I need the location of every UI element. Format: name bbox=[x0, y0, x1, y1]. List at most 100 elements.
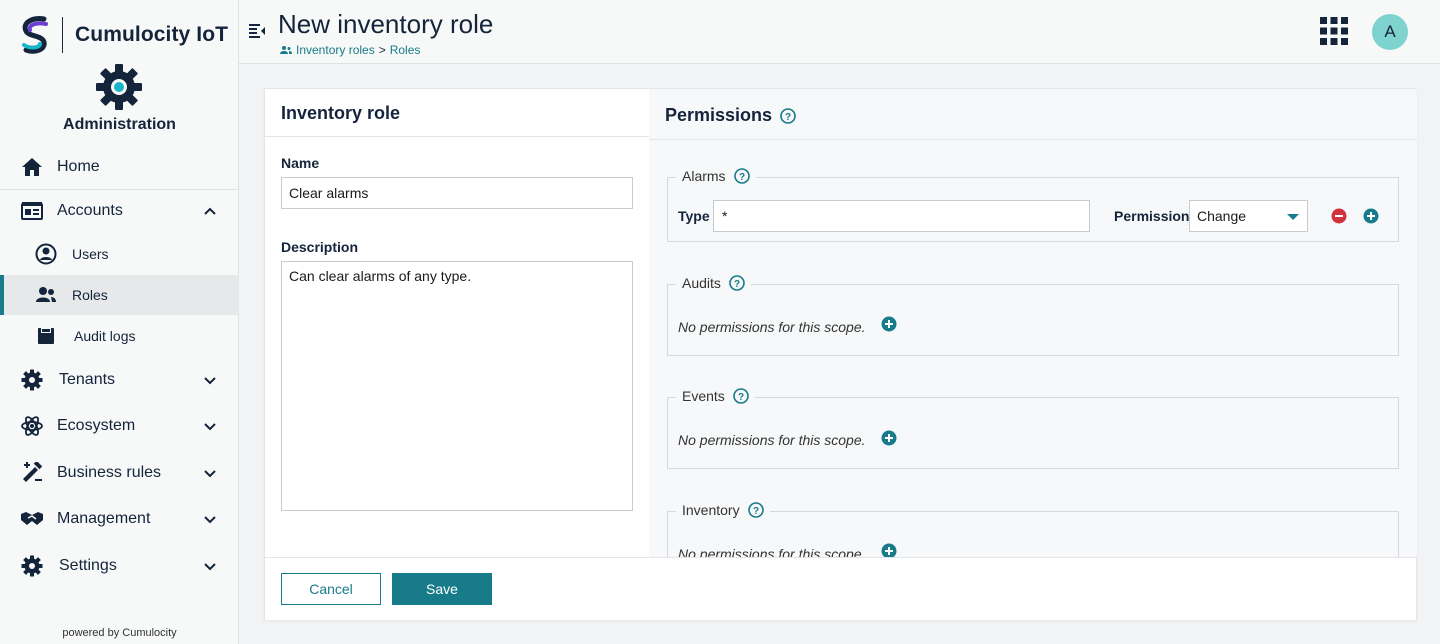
breadcrumb-separator: > bbox=[378, 43, 386, 57]
powered-by: powered by Cumulocity bbox=[62, 627, 177, 639]
empty-scope-text: No permissions for this scope. bbox=[678, 432, 866, 448]
scope-name: Audits bbox=[682, 275, 721, 291]
name-input[interactable]: Clear alarms bbox=[281, 177, 633, 209]
scope-inventory: Inventory ? No permissions for this scop… bbox=[667, 502, 1399, 557]
roles-icon bbox=[280, 46, 292, 54]
sidebar-item-label: Audit logs bbox=[74, 328, 136, 344]
accounts-icon bbox=[20, 199, 44, 223]
scope-legend: Audits ? bbox=[676, 275, 751, 291]
ecosystem-icon bbox=[20, 414, 44, 438]
remove-permission-icon[interactable] bbox=[1331, 208, 1347, 224]
breadcrumb-link-roles[interactable]: Roles bbox=[390, 43, 421, 57]
permissions-title: Permissions ? bbox=[665, 105, 796, 126]
sidebar-item-settings[interactable]: Settings bbox=[0, 545, 239, 587]
name-label: Name bbox=[281, 155, 320, 171]
scope-legend: Alarms ? bbox=[676, 168, 756, 184]
permissions-panel: Permissions ? Alarms ? Type * Permission… bbox=[649, 89, 1417, 557]
user-circle-icon bbox=[34, 242, 58, 266]
breadcrumb: Inventory roles > Roles bbox=[280, 43, 420, 57]
gear-icon bbox=[20, 368, 44, 392]
chevron-down-icon bbox=[204, 470, 216, 478]
sidebar-item-label: Management bbox=[57, 510, 151, 527]
scope-legend: Events ? bbox=[676, 388, 755, 404]
permissions-title-text: Permissions bbox=[665, 105, 773, 125]
type-label: Type bbox=[678, 208, 710, 224]
sidebar-toggle-icon[interactable] bbox=[249, 22, 265, 38]
avatar[interactable]: A bbox=[1372, 14, 1408, 50]
help-icon[interactable]: ? bbox=[729, 275, 745, 291]
help-icon[interactable]: ? bbox=[780, 107, 796, 124]
header: New inventory role Inventory roles > Rol… bbox=[239, 0, 1440, 64]
scope-alarms: Alarms ? Type * Permission Change bbox=[667, 168, 1399, 242]
business-rules-icon bbox=[20, 461, 44, 485]
sidebar-item-accounts[interactable]: Accounts bbox=[0, 190, 239, 232]
breadcrumb-link-inventory-roles[interactable]: Inventory roles bbox=[296, 43, 375, 57]
gear-icon bbox=[96, 64, 142, 110]
sidebar-item-label: Roles bbox=[72, 287, 108, 303]
scope-legend: Inventory ? bbox=[676, 502, 770, 518]
sidebar-item-ecosystem[interactable]: Ecosystem bbox=[0, 405, 239, 447]
empty-scope-text: No permissions for this scope. bbox=[678, 546, 866, 557]
help-icon[interactable]: ? bbox=[733, 168, 750, 184]
sidebar-item-users[interactable]: Users bbox=[0, 234, 239, 274]
svg-text:?: ? bbox=[738, 392, 744, 403]
sidebar-item-label: Tenants bbox=[59, 371, 116, 388]
sidebar-item-tenants[interactable]: Tenants bbox=[0, 359, 239, 401]
sidebar-item-audit-logs[interactable]: Audit logs bbox=[0, 316, 239, 356]
sidebar-item-label: Users bbox=[72, 246, 109, 262]
app-switcher-grid-icon[interactable] bbox=[1320, 17, 1348, 45]
sidebar-item-business-rules[interactable]: Business rules bbox=[0, 452, 239, 494]
permission-select[interactable]: Change bbox=[1189, 200, 1308, 232]
form-footer: Cancel Save bbox=[265, 557, 1416, 620]
type-input[interactable]: * bbox=[713, 200, 1090, 232]
scope-name: Inventory bbox=[682, 502, 740, 518]
empty-scope-text: No permissions for this scope. bbox=[678, 319, 866, 335]
brand[interactable]: Cumulocity IoT bbox=[18, 14, 228, 56]
sidebar-item-roles[interactable]: Roles bbox=[0, 275, 239, 315]
add-permission-icon[interactable] bbox=[1363, 208, 1379, 224]
roles-icon bbox=[34, 283, 58, 307]
help-icon[interactable]: ? bbox=[733, 388, 749, 404]
cancel-button[interactable]: Cancel bbox=[281, 573, 381, 605]
chevron-up-icon bbox=[204, 207, 216, 215]
sidebar: Cumulocity IoT Administration Home Accou… bbox=[0, 0, 239, 644]
add-permission-icon[interactable] bbox=[881, 430, 897, 446]
permission-label: Permission bbox=[1114, 208, 1190, 224]
permission-select-value: Change bbox=[1197, 208, 1247, 224]
page-title: New inventory role bbox=[278, 9, 494, 39]
save-button[interactable]: Save bbox=[392, 573, 492, 605]
caret-down-icon bbox=[1287, 214, 1299, 220]
add-permission-icon[interactable] bbox=[881, 316, 897, 332]
add-permission-icon[interactable] bbox=[881, 543, 897, 557]
scope-audits: Audits ? No permissions for this scope. bbox=[667, 275, 1399, 356]
description-textarea[interactable]: Can clear alarms of any type. bbox=[281, 261, 633, 511]
inventory-role-panel: Inventory role Name Clear alarms Descrip… bbox=[265, 89, 649, 557]
app-name: Administration bbox=[63, 116, 176, 133]
scope-events: Events ? No permissions for this scope. bbox=[667, 388, 1399, 469]
svg-text:?: ? bbox=[739, 172, 745, 183]
section-title: Inventory role bbox=[281, 103, 401, 123]
audit-log-icon bbox=[34, 324, 58, 348]
permissions-header: Permissions ? bbox=[649, 89, 1417, 140]
handshake-icon bbox=[20, 507, 44, 531]
scope-name: Alarms bbox=[682, 168, 726, 184]
chevron-down-icon bbox=[204, 377, 216, 385]
sidebar-item-label: Settings bbox=[59, 557, 117, 574]
brand-divider bbox=[62, 17, 63, 53]
description-label: Description bbox=[281, 239, 359, 255]
chevron-down-icon bbox=[204, 516, 216, 524]
scope-name: Events bbox=[682, 388, 725, 404]
svg-text:?: ? bbox=[785, 112, 791, 123]
divider bbox=[265, 136, 649, 137]
svg-text:?: ? bbox=[753, 506, 759, 517]
sidebar-item-home[interactable]: Home bbox=[0, 146, 239, 188]
help-icon[interactable]: ? bbox=[747, 502, 764, 518]
sidebar-item-label: Ecosystem bbox=[57, 417, 136, 434]
role-form-card: Inventory role Name Clear alarms Descrip… bbox=[264, 88, 1417, 620]
svg-text:?: ? bbox=[734, 279, 740, 290]
sidebar-item-management[interactable]: Management bbox=[0, 498, 239, 540]
cumulocity-logo-icon bbox=[22, 16, 48, 54]
sidebar-item-label: Accounts bbox=[57, 202, 123, 219]
sidebar-item-label: Home bbox=[57, 158, 100, 175]
brand-name: Cumulocity IoT bbox=[75, 23, 229, 46]
